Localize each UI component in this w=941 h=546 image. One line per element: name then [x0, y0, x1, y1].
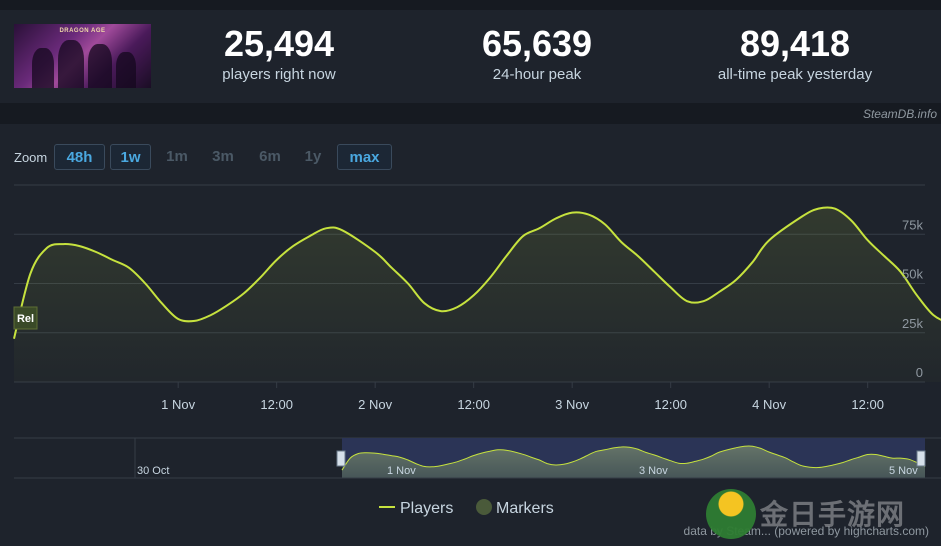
x-tick-label: 12:00: [654, 397, 687, 412]
navigator-label-1nov: 1 Nov: [387, 465, 416, 477]
rel-badge-label: Rel: [17, 313, 34, 325]
navigator[interactable]: 30 Oct 1 Nov 3 Nov 5 Nov: [14, 437, 941, 479]
legend-markers-swatch: [476, 499, 492, 515]
x-tick-label: 2 Nov: [358, 397, 392, 412]
x-tick-label: 3 Nov: [555, 397, 589, 412]
release-marker[interactable]: Rel: [13, 306, 38, 330]
player-count-chart[interactable]: 0 25k 50k 75k 1 Nov 12:00 2 Nov 12:00 3 Nov 12:0…: [0, 0, 941, 546]
legend-players[interactable]: Players: [379, 500, 453, 517]
legend-markers[interactable]: Markers: [476, 499, 554, 517]
y-tick-label: 0: [916, 365, 923, 380]
y-tick-label: 75k: [902, 217, 923, 232]
legend-players-label: Players: [400, 500, 453, 517]
series-area-fill: [14, 207, 941, 382]
watermark-logo-icon: [706, 489, 756, 539]
navigator-label-5nov: 5 Nov: [889, 465, 918, 477]
navigator-label-30oct: 30 Oct: [137, 465, 169, 477]
y-tick-label: 50k: [902, 267, 923, 282]
navigator-left-handle[interactable]: [336, 450, 346, 467]
navigator-label-3nov: 3 Nov: [639, 465, 668, 477]
y-tick-label: 25k: [902, 316, 923, 331]
x-tick-label: 1 Nov: [161, 397, 195, 412]
navigator-right-handle[interactable]: [916, 450, 926, 467]
watermark-text: 金日手游网: [760, 498, 906, 531]
legend-markers-label: Markers: [496, 500, 554, 517]
x-tick-label: 12:00: [457, 397, 490, 412]
x-tick-label: 12:00: [260, 397, 293, 412]
x-tick-label: 12:00: [851, 397, 884, 412]
x-tick-label: 4 Nov: [752, 397, 786, 412]
x-axis-labels: 1 Nov 12:00 2 Nov 12:00 3 Nov 12:00 4 Nov 12:00…: [161, 382, 884, 412]
series-area: [14, 207, 941, 382]
legend: Players Markers: [379, 499, 554, 517]
